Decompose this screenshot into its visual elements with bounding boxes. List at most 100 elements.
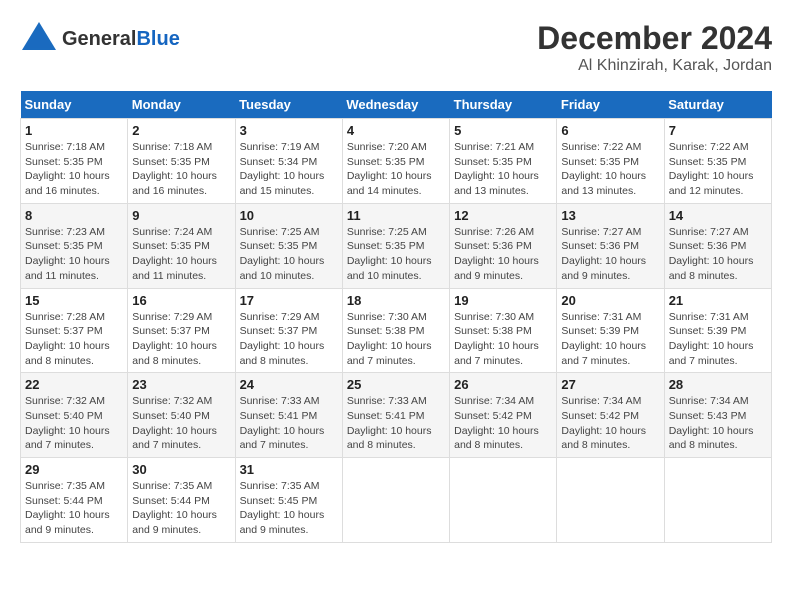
month-title: December 2024 (537, 20, 772, 57)
day-number: 2 (132, 123, 230, 138)
calendar-header-row: SundayMondayTuesdayWednesdayThursdayFrid… (21, 91, 772, 119)
calendar-cell: 1 Sunrise: 7:18 AMSunset: 5:35 PMDaylight… (21, 119, 128, 204)
calendar-cell: 28 Sunrise: 7:34 AMSunset: 5:43 PMDayligh… (664, 373, 771, 458)
day-number: 12 (454, 208, 552, 223)
day-number: 1 (25, 123, 123, 138)
day-detail: Sunrise: 7:30 AMSunset: 5:38 PMDaylight:… (454, 310, 552, 369)
calendar-cell: 31Sunrise: 7:35 AMSunset: 5:45 PMDayligh… (235, 458, 342, 543)
day-detail: Sunrise: 7:20 AMSunset: 5:35 PMDaylight:… (347, 140, 445, 199)
day-detail: Sunrise: 7:35 AMSunset: 5:44 PMDaylight:… (132, 479, 230, 538)
day-number: 27 (561, 377, 659, 392)
day-detail: Sunrise: 7:18 AMSunset: 5:35 PMDaylight:… (25, 140, 123, 199)
location-title: Al Khinzirah, Karak, Jordan (537, 57, 772, 75)
day-number: 24 (240, 377, 338, 392)
calendar-cell: 19 Sunrise: 7:30 AMSunset: 5:38 PMDayligh… (450, 288, 557, 373)
day-header-thursday: Thursday (450, 91, 557, 119)
day-detail: Sunrise: 7:22 AMSunset: 5:35 PMDaylight:… (561, 140, 659, 199)
day-number: 26 (454, 377, 552, 392)
day-detail: Sunrise: 7:34 AMSunset: 5:43 PMDaylight:… (669, 394, 767, 453)
calendar-week-2: 8Sunrise: 7:23 AMSunset: 5:35 PMDaylight… (21, 203, 772, 288)
calendar-cell: 8Sunrise: 7:23 AMSunset: 5:35 PMDaylight… (21, 203, 128, 288)
day-detail: Sunrise: 7:29 AMSunset: 5:37 PMDaylight:… (132, 310, 230, 369)
day-detail: Sunrise: 7:26 AMSunset: 5:36 PMDaylight:… (454, 225, 552, 284)
header: GeneralBlue December 2024 Al Khinzirah, … (20, 20, 772, 75)
day-number: 16 (132, 293, 230, 308)
calendar-cell: 7 Sunrise: 7:22 AMSunset: 5:35 PMDaylight… (664, 119, 771, 204)
calendar-cell: 5Sunrise: 7:21 AMSunset: 5:35 PMDaylight… (450, 119, 557, 204)
calendar-cell: 16 Sunrise: 7:29 AMSunset: 5:37 PMDayligh… (128, 288, 235, 373)
calendar-cell: 6Sunrise: 7:22 AMSunset: 5:35 PMDaylight… (557, 119, 664, 204)
calendar-cell (342, 458, 449, 543)
day-number: 29 (25, 462, 123, 477)
logo: GeneralBlue (20, 20, 180, 58)
calendar-cell: 27 Sunrise: 7:34 AMSunset: 5:42 PMDayligh… (557, 373, 664, 458)
day-number: 11 (347, 208, 445, 223)
day-number: 30 (132, 462, 230, 477)
day-number: 23 (132, 377, 230, 392)
calendar-cell: 11 Sunrise: 7:25 AMSunset: 5:35 PMDayligh… (342, 203, 449, 288)
day-detail: Sunrise: 7:31 AMSunset: 5:39 PMDaylight:… (669, 310, 767, 369)
calendar-cell: 14 Sunrise: 7:27 AMSunset: 5:36 PMDayligh… (664, 203, 771, 288)
calendar-cell: 25Sunrise: 7:33 AMSunset: 5:41 PMDayligh… (342, 373, 449, 458)
day-number: 25 (347, 377, 445, 392)
day-number: 10 (240, 208, 338, 223)
calendar-cell: 9 Sunrise: 7:24 AMSunset: 5:35 PMDaylight… (128, 203, 235, 288)
calendar-cell: 22 Sunrise: 7:32 AMSunset: 5:40 PMDayligh… (21, 373, 128, 458)
calendar-cell: 15Sunrise: 7:28 AMSunset: 5:37 PMDayligh… (21, 288, 128, 373)
logo-general: General (62, 28, 136, 50)
calendar-cell: 2 Sunrise: 7:18 AMSunset: 5:35 PMDaylight… (128, 119, 235, 204)
day-number: 9 (132, 208, 230, 223)
calendar-cell: 21 Sunrise: 7:31 AMSunset: 5:39 PMDayligh… (664, 288, 771, 373)
day-detail: Sunrise: 7:35 AMSunset: 5:45 PMDaylight:… (240, 479, 338, 538)
calendar-cell: 24Sunrise: 7:33 AMSunset: 5:41 PMDayligh… (235, 373, 342, 458)
day-header-friday: Friday (557, 91, 664, 119)
day-detail: Sunrise: 7:27 AMSunset: 5:36 PMDaylight:… (561, 225, 659, 284)
calendar-cell: 3Sunrise: 7:19 AMSunset: 5:34 PMDaylight… (235, 119, 342, 204)
day-detail: Sunrise: 7:25 AMSunset: 5:35 PMDaylight:… (240, 225, 338, 284)
calendar-table: SundayMondayTuesdayWednesdayThursdayFrid… (20, 91, 772, 543)
calendar-cell: 17 Sunrise: 7:29 AMSunset: 5:37 PMDayligh… (235, 288, 342, 373)
calendar-cell: 26 Sunrise: 7:34 AMSunset: 5:42 PMDayligh… (450, 373, 557, 458)
calendar-week-5: 29 Sunrise: 7:35 AMSunset: 5:44 PMDayligh… (21, 458, 772, 543)
logo-blue: Blue (136, 28, 179, 50)
day-detail: Sunrise: 7:27 AMSunset: 5:36 PMDaylight:… (669, 225, 767, 284)
day-header-saturday: Saturday (664, 91, 771, 119)
day-detail: Sunrise: 7:23 AMSunset: 5:35 PMDaylight:… (25, 225, 123, 284)
day-detail: Sunrise: 7:34 AMSunset: 5:42 PMDaylight:… (561, 394, 659, 453)
calendar-cell: 20Sunrise: 7:31 AMSunset: 5:39 PMDayligh… (557, 288, 664, 373)
calendar-week-1: 1 Sunrise: 7:18 AMSunset: 5:35 PMDaylight… (21, 119, 772, 204)
day-detail: Sunrise: 7:34 AMSunset: 5:42 PMDaylight:… (454, 394, 552, 453)
logo-icon (20, 20, 58, 58)
day-number: 15 (25, 293, 123, 308)
calendar-cell (450, 458, 557, 543)
calendar-cell (557, 458, 664, 543)
day-number: 21 (669, 293, 767, 308)
calendar-cell: 10 Sunrise: 7:25 AMSunset: 5:35 PMDayligh… (235, 203, 342, 288)
title-area: December 2024 Al Khinzirah, Karak, Jorda… (537, 20, 772, 75)
calendar-week-4: 22 Sunrise: 7:32 AMSunset: 5:40 PMDayligh… (21, 373, 772, 458)
calendar-cell: 30 Sunrise: 7:35 AMSunset: 5:44 PMDayligh… (128, 458, 235, 543)
day-detail: Sunrise: 7:32 AMSunset: 5:40 PMDaylight:… (25, 394, 123, 453)
calendar-cell: 4Sunrise: 7:20 AMSunset: 5:35 PMDaylight… (342, 119, 449, 204)
day-header-sunday: Sunday (21, 91, 128, 119)
day-number: 3 (240, 123, 338, 138)
day-number: 19 (454, 293, 552, 308)
day-detail: Sunrise: 7:24 AMSunset: 5:35 PMDaylight:… (132, 225, 230, 284)
day-detail: Sunrise: 7:29 AMSunset: 5:37 PMDaylight:… (240, 310, 338, 369)
calendar-body: 1 Sunrise: 7:18 AMSunset: 5:35 PMDaylight… (21, 119, 772, 543)
day-number: 14 (669, 208, 767, 223)
day-detail: Sunrise: 7:18 AMSunset: 5:35 PMDaylight:… (132, 140, 230, 199)
day-detail: Sunrise: 7:22 AMSunset: 5:35 PMDaylight:… (669, 140, 767, 199)
day-detail: Sunrise: 7:32 AMSunset: 5:40 PMDaylight:… (132, 394, 230, 453)
calendar-cell: 23 Sunrise: 7:32 AMSunset: 5:40 PMDayligh… (128, 373, 235, 458)
day-detail: Sunrise: 7:35 AMSunset: 5:44 PMDaylight:… (25, 479, 123, 538)
day-number: 22 (25, 377, 123, 392)
day-detail: Sunrise: 7:25 AMSunset: 5:35 PMDaylight:… (347, 225, 445, 284)
day-number: 17 (240, 293, 338, 308)
day-number: 7 (669, 123, 767, 138)
day-number: 28 (669, 377, 767, 392)
calendar-week-3: 15Sunrise: 7:28 AMSunset: 5:37 PMDayligh… (21, 288, 772, 373)
day-header-monday: Monday (128, 91, 235, 119)
calendar-cell: 29 Sunrise: 7:35 AMSunset: 5:44 PMDayligh… (21, 458, 128, 543)
calendar-cell: 12 Sunrise: 7:26 AMSunset: 5:36 PMDayligh… (450, 203, 557, 288)
